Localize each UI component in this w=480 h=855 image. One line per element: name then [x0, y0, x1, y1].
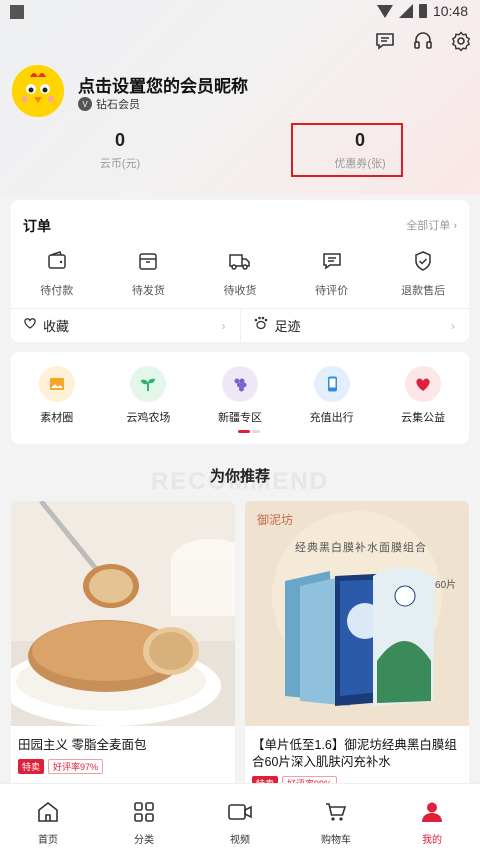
favorites-label: 收藏 — [43, 319, 70, 334]
status-bar: 10:48 — [0, 0, 480, 24]
order-refund-aftersale-label: 退款售后 — [401, 285, 446, 297]
product-card[interactable]: 田园主义 零脂全麦面包 特卖 好评率97% — [11, 501, 235, 791]
chevron-right-icon: › — [221, 319, 226, 333]
product-title: 【单片低至1.6】御泥坊经典黑白膜组合60片深入肌肤闪充补水 — [252, 738, 457, 769]
service-recharge-travel[interactable]: 充值出行 — [286, 366, 378, 425]
settings-gear-icon[interactable] — [450, 30, 472, 52]
order-pending-review[interactable]: 待评价 — [286, 248, 378, 298]
grid-icon — [131, 799, 157, 825]
footprint-icon — [253, 316, 269, 335]
coupons-highlight-box — [291, 123, 403, 177]
all-orders-link[interactable]: 全部订单 › — [406, 217, 457, 233]
service-material-circle-label: 素材圈 — [40, 412, 74, 424]
headset-icon[interactable] — [412, 30, 434, 52]
brand-logo: 御泥坊 — [257, 513, 294, 527]
cloud-coins-value: 0 — [114, 130, 125, 150]
image-icon — [38, 366, 75, 402]
sprout-icon — [130, 366, 167, 402]
notification-icon — [10, 5, 24, 19]
nav-cart-label: 购物车 — [321, 835, 351, 846]
footprints-label: 足迹 — [274, 319, 301, 334]
shield-check-icon — [410, 248, 436, 274]
home-icon — [35, 799, 61, 825]
heart-outline-icon — [23, 316, 37, 335]
nav-video[interactable]: 视频 — [192, 784, 288, 855]
grape-icon — [221, 366, 258, 402]
phone-icon — [313, 366, 350, 402]
service-recharge-travel-label: 充值出行 — [309, 412, 354, 424]
orders-title: 订单 — [23, 218, 51, 234]
bottom-nav: 首页 分类 视频 购物车 我的 — [0, 783, 480, 855]
nav-mine[interactable]: 我的 — [384, 784, 480, 855]
video-icon — [227, 799, 253, 825]
product-title: 田园主义 零脂全麦面包 — [18, 738, 147, 752]
nav-mine-label: 我的 — [422, 835, 442, 846]
order-pending-shipment-label: 待发货 — [131, 285, 165, 297]
nav-home-label: 首页 — [38, 835, 58, 846]
nav-category-label: 分类 — [134, 835, 154, 846]
cloud-coins-label: 云币(元) — [99, 158, 141, 170]
truck-icon — [227, 248, 253, 274]
wifi-icon — [376, 4, 393, 18]
services-card: 素材圈 云鸡农场 新疆专区 充值出行 云集公益 — [11, 352, 469, 444]
battery-icon — [418, 4, 427, 18]
service-xinjiang-zone-label: 新疆专区 — [217, 412, 262, 424]
cart-icon — [323, 799, 349, 825]
footprints-entry[interactable]: 足迹 › — [241, 309, 470, 342]
nickname-prompt[interactable]: 点击设置您的会员昵称 — [78, 72, 248, 97]
order-pending-shipment[interactable]: 待发货 — [103, 248, 195, 298]
image-caption: 经典黑白膜补水面膜组合 — [295, 542, 427, 554]
service-material-circle[interactable]: 素材圈 — [11, 366, 103, 425]
user-icon — [419, 799, 445, 825]
orders-card: 订单 全部订单 › 待付款 待发货 待收货 待评价 退款售后 收藏 › 足迹 › — [11, 200, 469, 342]
sale-tag: 特卖 — [18, 759, 45, 774]
nav-home[interactable]: 首页 — [0, 784, 96, 855]
diamond-badge-icon: V — [78, 97, 92, 111]
order-pending-payment[interactable]: 待付款 — [11, 248, 103, 298]
signal-icon — [398, 4, 413, 18]
chevron-right-icon: › — [451, 319, 455, 333]
nav-video-label: 视频 — [230, 835, 250, 846]
service-xinjiang-zone[interactable]: 新疆专区 — [194, 366, 286, 425]
service-charity[interactable]: 云集公益 — [377, 366, 469, 425]
order-pending-payment-label: 待付款 — [40, 285, 74, 297]
heart-icon — [405, 366, 442, 402]
product-image — [11, 501, 235, 726]
order-pending-receipt[interactable]: 待收货 — [194, 248, 286, 298]
order-pending-receipt-label: 待收货 — [223, 285, 257, 297]
nav-cart[interactable]: 购物车 — [288, 784, 384, 855]
member-level: V 钻石会员 — [78, 96, 140, 112]
order-refund-aftersale[interactable]: 退款售后 — [377, 248, 469, 298]
pieces-label: 60片 — [435, 580, 457, 591]
service-chicken-farm-label: 云鸡农场 — [126, 412, 171, 424]
service-charity-label: 云集公益 — [401, 412, 446, 424]
avatar[interactable] — [12, 65, 64, 117]
recommend-title: 为你推荐 — [209, 468, 270, 485]
product-card[interactable]: 御泥坊 经典黑白膜补水面膜组合 60片 【单片低至1.6】御泥坊经典黑白膜组合6… — [245, 501, 469, 791]
service-chicken-farm[interactable]: 云鸡农场 — [103, 366, 195, 425]
member-level-label: 钻石会员 — [96, 99, 140, 111]
rating-tag: 好评率97% — [48, 759, 104, 774]
wallet-icon — [44, 248, 70, 274]
nav-category[interactable]: 分类 — [96, 784, 192, 855]
comment-icon — [319, 248, 345, 274]
order-pending-review-label: 待评价 — [315, 285, 349, 297]
box-icon — [135, 248, 161, 274]
product-image — [245, 501, 469, 726]
message-icon[interactable] — [374, 30, 396, 52]
favorites-entry[interactable]: 收藏 › — [11, 309, 240, 342]
carousel-indicator — [238, 430, 262, 433]
status-time: 10:48 — [432, 3, 468, 19]
profile-header: 10:48 点击设置您的会员昵称 V 钻石会员 0 云币(元) 0 优惠券(张) — [0, 0, 480, 195]
cloud-coins-stat[interactable]: 0 云币(元) — [40, 130, 200, 171]
